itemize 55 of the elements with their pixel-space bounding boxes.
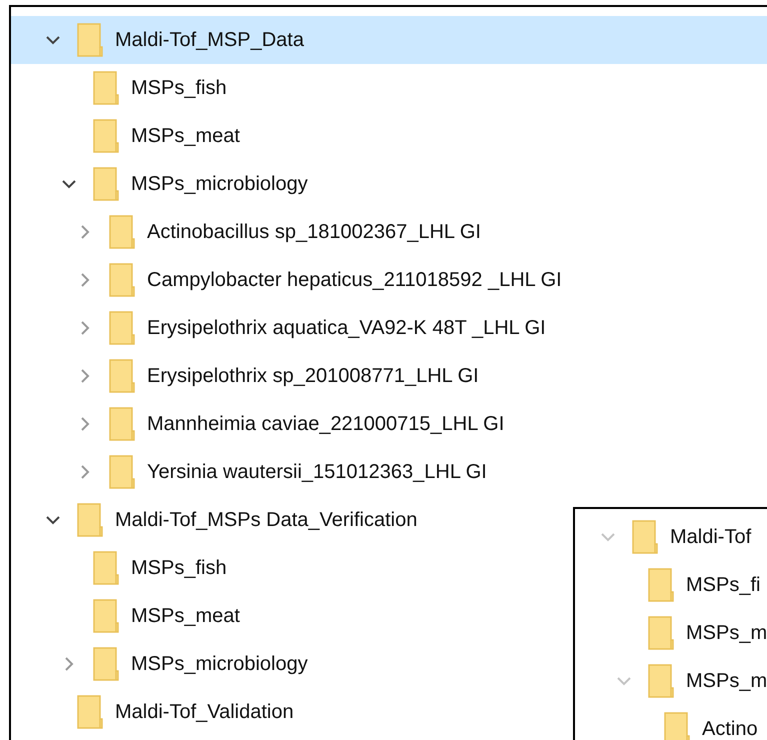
folder-name: Maldi-Tof_MSP_Data [115, 28, 304, 53]
tree-item[interactable]: MSPs_fi [575, 561, 767, 609]
tree-item[interactable]: MSPs_fish [11, 64, 767, 112]
folder-name: MSPs_fi [686, 573, 760, 598]
folder-name: Campylobacter hepaticus_211018592 _LHL GI [147, 268, 562, 293]
folder-icon [77, 695, 103, 729]
folder-icon [648, 616, 674, 650]
folder-name: MSPs_fish [131, 556, 227, 581]
folder-name: Actino [702, 717, 758, 740]
tree-item[interactable]: Maldi-Tof_MSP_Data [11, 16, 767, 64]
folder-name: Erysipelothrix sp_201008771_LHL GI [147, 364, 479, 389]
tree-item[interactable]: Actino [575, 705, 767, 740]
folder-icon [93, 647, 119, 681]
folder-icon [648, 568, 674, 602]
folder-icon [109, 311, 135, 345]
folder-name: Mannheimia caviae_221000715_LHL GI [147, 412, 504, 437]
folder-icon [109, 359, 135, 393]
tree-item[interactable]: Actinobacillus sp_181002367_LHL GI [11, 208, 767, 256]
folder-name: MSPs_m [686, 621, 767, 646]
folder-name: MSPs_m [686, 669, 767, 694]
folder-name: Actinobacillus sp_181002367_LHL GI [147, 220, 481, 245]
tree-item[interactable]: Mannheimia caviae_221000715_LHL GI [11, 400, 767, 448]
tree-item[interactable]: Maldi-Tof [575, 513, 767, 561]
tree-item[interactable]: Erysipelothrix aquatica_VA92-K 48T _LHL GI [11, 304, 767, 352]
tree-item[interactable]: MSPs_m [575, 609, 767, 657]
tree-item[interactable]: MSPs_microbiology [11, 160, 767, 208]
tree-item[interactable]: Erysipelothrix sp_201008771_LHL GI [11, 352, 767, 400]
tree-item[interactable]: MSPs_meat [11, 112, 767, 160]
folder-icon [109, 407, 135, 441]
folder-icon [109, 215, 135, 249]
folder-icon [109, 455, 135, 489]
folder-icon [77, 23, 103, 57]
folder-name: Maldi-Tof [670, 525, 752, 550]
folder-icon [77, 503, 103, 537]
folder-name: Maldi-Tof_MSPs Data_Verification [115, 508, 418, 533]
tree-item[interactable]: MSPs_m [575, 657, 767, 705]
folder-icon [93, 71, 119, 105]
folder-name: MSPs_fish [131, 76, 227, 101]
folder-name: Erysipelothrix aquatica_VA92-K 48T _LHL GI [147, 316, 546, 341]
folder-icon [93, 167, 119, 201]
folder-icon [93, 551, 119, 585]
folder-icon [93, 119, 119, 153]
folder-name: Yersinia wautersii_151012363_LHL GI [147, 460, 487, 485]
tree-item[interactable]: Campylobacter hepaticus_211018592 _LHL GI [11, 256, 767, 304]
folder-name: MSPs_meat [131, 604, 240, 629]
folder-name: MSPs_microbiology [131, 172, 308, 197]
folder-name: MSPs_microbiology [131, 652, 308, 677]
folder-icon [109, 263, 135, 297]
folder-icon [664, 712, 690, 740]
folder-icon [632, 520, 658, 554]
folder-icon [93, 599, 119, 633]
folder-name: Maldi-Tof_Validation [115, 700, 294, 725]
tree-item[interactable]: Yersinia wautersii_151012363_LHL GI [11, 448, 767, 496]
folder-icon [648, 664, 674, 698]
folder-name: MSPs_meat [131, 124, 240, 149]
